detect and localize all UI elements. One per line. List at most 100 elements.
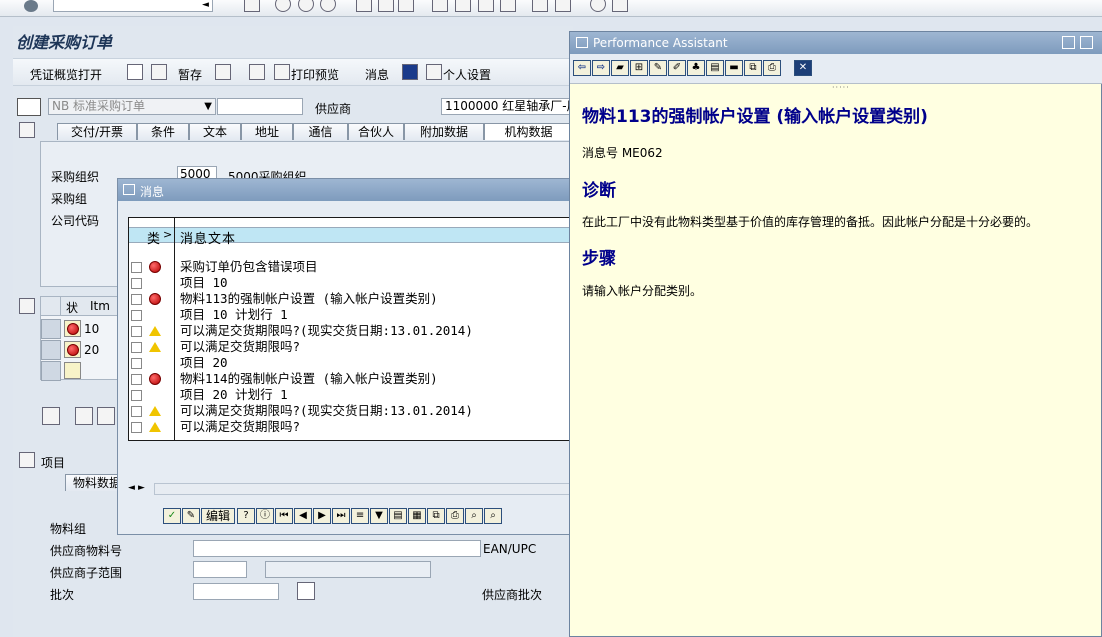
row-checkbox[interactable] bbox=[131, 278, 142, 289]
minimize-icon[interactable] bbox=[1062, 36, 1075, 49]
find-next-icon[interactable]: ⌕ bbox=[484, 508, 503, 524]
tree-icon[interactable]: ⊞ bbox=[630, 60, 648, 76]
row-selector[interactable] bbox=[41, 340, 61, 360]
pa-resize-grip[interactable]: ····· bbox=[832, 83, 850, 92]
batch-field[interactable] bbox=[193, 583, 279, 600]
back-arrow-icon[interactable]: ⇦ bbox=[573, 60, 591, 76]
scroll-left-icon[interactable]: ◄ bbox=[128, 483, 135, 493]
vendor-material-field[interactable] bbox=[193, 540, 481, 557]
new-session-icon[interactable] bbox=[532, 0, 548, 12]
message-row[interactable]: 可以满足交货期限吗? bbox=[129, 339, 569, 355]
personal-settings-icon[interactable] bbox=[426, 64, 442, 80]
tab-org-data[interactable]: 机构数据 bbox=[484, 123, 573, 140]
edit-icon[interactable]: ✎ bbox=[649, 60, 667, 76]
collapse-items-icon[interactable] bbox=[19, 298, 35, 314]
personal-settings-button[interactable]: 个人设置 bbox=[443, 66, 491, 83]
new-batch-icon[interactable] bbox=[297, 582, 315, 600]
horizontal-scrollbar[interactable]: ◄ ► bbox=[128, 483, 570, 496]
tab-delivery-invoice[interactable]: 交付/开票 bbox=[57, 123, 137, 140]
print-icon[interactable]: ⎙ bbox=[763, 60, 781, 76]
po-number-field[interactable] bbox=[217, 98, 303, 115]
info-icon[interactable] bbox=[402, 64, 418, 80]
command-field[interactable] bbox=[53, 0, 213, 12]
tooltip-icon[interactable]: ▬ bbox=[725, 60, 743, 76]
row-checkbox[interactable] bbox=[131, 390, 142, 401]
prev-page-icon[interactable] bbox=[455, 0, 471, 12]
filter-icon[interactable]: ▼ bbox=[370, 508, 389, 524]
row-checkbox[interactable] bbox=[131, 374, 142, 385]
print-icon[interactable] bbox=[356, 0, 372, 12]
help-icon[interactable]: ? bbox=[237, 508, 256, 524]
edit-button[interactable]: 编辑 bbox=[201, 508, 236, 524]
doc-overview-button[interactable]: 凭证概览打开 bbox=[30, 66, 102, 83]
sort-icon[interactable]: ≡ bbox=[351, 508, 370, 524]
next-icon[interactable]: ▶ bbox=[313, 508, 332, 524]
message-row[interactable]: 项目 20 bbox=[129, 355, 569, 371]
message-row[interactable]: 可以满足交货期限吗? bbox=[129, 419, 569, 435]
copy-icon[interactable]: ⧉ bbox=[427, 508, 446, 524]
message-row[interactable]: 项目 20 计划行 1 bbox=[129, 387, 569, 403]
pencil-icon[interactable]: ✎ bbox=[182, 508, 200, 524]
new-doc-icon[interactable] bbox=[127, 64, 143, 80]
layout-icon[interactable] bbox=[612, 0, 628, 12]
last-icon[interactable]: ⏭ bbox=[332, 508, 351, 524]
scroll-right-icon[interactable]: ► bbox=[138, 483, 145, 493]
other-doc-icon[interactable] bbox=[151, 64, 167, 80]
first-icon[interactable]: ⏮ bbox=[275, 508, 294, 524]
tech-info-icon[interactable]: ⓘ bbox=[256, 508, 275, 524]
maximize-icon[interactable] bbox=[1080, 36, 1093, 49]
row-checkbox[interactable] bbox=[131, 326, 142, 337]
tab-address[interactable]: 地址 bbox=[241, 123, 293, 140]
glossary-icon[interactable]: ♣ bbox=[687, 60, 705, 76]
message-row[interactable]: 物料113的强制帐户设置 (输入帐户设置类别) bbox=[129, 291, 569, 307]
item-copy-icon[interactable] bbox=[75, 407, 93, 425]
message-row[interactable]: 采购订单仍包含错误项目 bbox=[129, 259, 569, 275]
message-row[interactable]: 可以满足交货期限吗?(现实交货日期:13.01.2014) bbox=[129, 403, 569, 419]
message-row[interactable]: 项目 10 bbox=[129, 275, 569, 291]
select-all-cell[interactable] bbox=[41, 297, 61, 316]
checkmark-icon[interactable]: ✓ bbox=[163, 508, 181, 524]
tab-partners[interactable]: 合伙人 bbox=[348, 123, 404, 140]
hold-button[interactable]: 暂存 bbox=[178, 66, 202, 83]
row-checkbox[interactable] bbox=[131, 310, 142, 321]
chevron-down-icon[interactable]: ◄ bbox=[202, 0, 209, 10]
row-checkbox[interactable] bbox=[131, 422, 142, 433]
message-row[interactable]: 项目 10 计划行 1 bbox=[129, 307, 569, 323]
row-checkbox[interactable] bbox=[131, 406, 142, 417]
next-page-icon[interactable] bbox=[478, 0, 494, 12]
tab-additional-data[interactable]: 附加数据 bbox=[404, 123, 484, 140]
tab-communication[interactable]: 通信 bbox=[293, 123, 348, 140]
scroll-thumb[interactable] bbox=[154, 483, 570, 495]
row-checkbox[interactable] bbox=[131, 358, 142, 369]
first-page-icon[interactable] bbox=[432, 0, 448, 12]
close-icon[interactable]: ✕ bbox=[794, 60, 812, 76]
tab-conditions[interactable]: 条件 bbox=[137, 123, 189, 140]
enter-check-icon[interactable] bbox=[24, 0, 38, 12]
cart-icon[interactable] bbox=[17, 98, 41, 116]
print-preview-icon[interactable] bbox=[274, 64, 290, 80]
message-row[interactable]: 可以满足交货期限吗?(现实交货日期:13.01.2014) bbox=[129, 323, 569, 339]
notes-icon[interactable]: ✐ bbox=[668, 60, 686, 76]
forward-arrow-icon[interactable]: ⇨ bbox=[592, 60, 610, 76]
detail-icon[interactable] bbox=[249, 64, 265, 80]
collapse-header-icon[interactable] bbox=[19, 122, 35, 138]
export-icon[interactable]: ▤ bbox=[389, 508, 408, 524]
status-cell[interactable] bbox=[64, 362, 81, 379]
message-row[interactable]: 物料114的强制帐户设置 (输入帐户设置类别) bbox=[129, 371, 569, 387]
find-icon[interactable]: ⌕ bbox=[465, 508, 484, 524]
copy-icon[interactable]: ⧉ bbox=[744, 60, 762, 76]
vendor-subrange-field[interactable] bbox=[193, 561, 247, 578]
item-delete-icon[interactable] bbox=[97, 407, 115, 425]
cancel-icon[interactable] bbox=[320, 0, 336, 12]
check-icon[interactable] bbox=[215, 64, 231, 80]
row-checkbox[interactable] bbox=[131, 342, 142, 353]
vendor-field[interactable]: 1100000 红星轴承厂-辰 bbox=[441, 98, 573, 115]
print-preview-button[interactable]: 打印预览 bbox=[291, 66, 339, 83]
layout-icon[interactable]: ▦ bbox=[408, 508, 427, 524]
doc-icon[interactable]: ▤ bbox=[706, 60, 724, 76]
back-icon[interactable] bbox=[275, 0, 291, 12]
messages-button[interactable]: 消息 bbox=[365, 66, 389, 83]
prev-icon[interactable]: ◀ bbox=[294, 508, 313, 524]
find-icon[interactable] bbox=[378, 0, 394, 12]
doc-type-select[interactable]: NB 标准采购订单 ▼ bbox=[48, 98, 216, 115]
